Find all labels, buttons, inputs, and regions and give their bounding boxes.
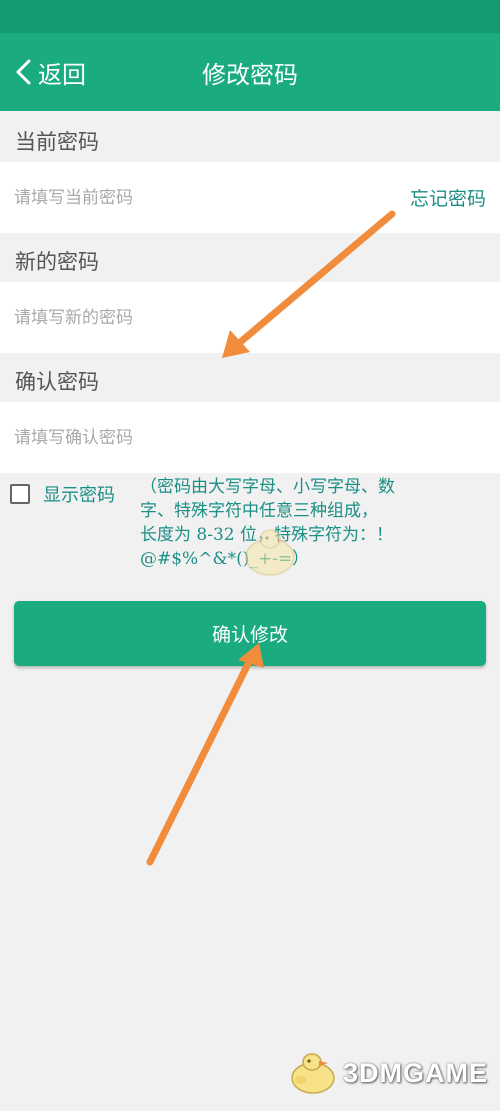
confirm-password-row <box>0 402 500 473</box>
confirm-password-label: 确认密码 <box>15 370 99 394</box>
password-rules-note: （密码由大写字母、小写字母、数 字、特殊字符中任意三种组成， 长度为 8-32 … <box>140 475 490 571</box>
show-password-toggle[interactable]: 显示密码 <box>10 480 115 508</box>
watermark: 3DMGAME <box>287 1049 488 1097</box>
chevron-left-icon <box>16 59 31 85</box>
current-password-input[interactable] <box>14 162 374 233</box>
status-bar <box>0 0 500 33</box>
note-line: （密码由大写字母、小写字母、数 <box>140 477 395 497</box>
current-password-label: 当前密码 <box>15 130 99 154</box>
forgot-password-link[interactable]: 忘记密码 <box>410 162 486 233</box>
new-password-label: 新的密码 <box>15 250 99 274</box>
note-line: 字、特殊字符中任意三种组成， <box>140 501 378 521</box>
current-password-row: 忘记密码 <box>0 162 500 233</box>
show-password-label: 显示密码 <box>43 485 115 506</box>
watermark-text: 3DMGAME <box>342 1057 488 1088</box>
duck-mascot-icon <box>291 1053 335 1094</box>
header: 返回 修改密码 <box>0 33 500 111</box>
confirm-password-input[interactable] <box>14 402 374 473</box>
checkbox-unchecked-icon[interactable] <box>10 484 30 504</box>
mascot-watermark-icon <box>245 529 295 576</box>
back-label: 返回 <box>38 60 86 89</box>
new-password-input[interactable] <box>14 282 374 353</box>
note-line: @#$%^&*()_+-=） <box>140 549 310 569</box>
confirm-change-button[interactable]: 确认修改 <box>14 601 486 666</box>
new-password-row <box>0 282 500 353</box>
note-line: 长度为 8-32 位，特殊字符为：！ <box>140 525 393 545</box>
back-button[interactable]: 返回 <box>14 33 86 111</box>
